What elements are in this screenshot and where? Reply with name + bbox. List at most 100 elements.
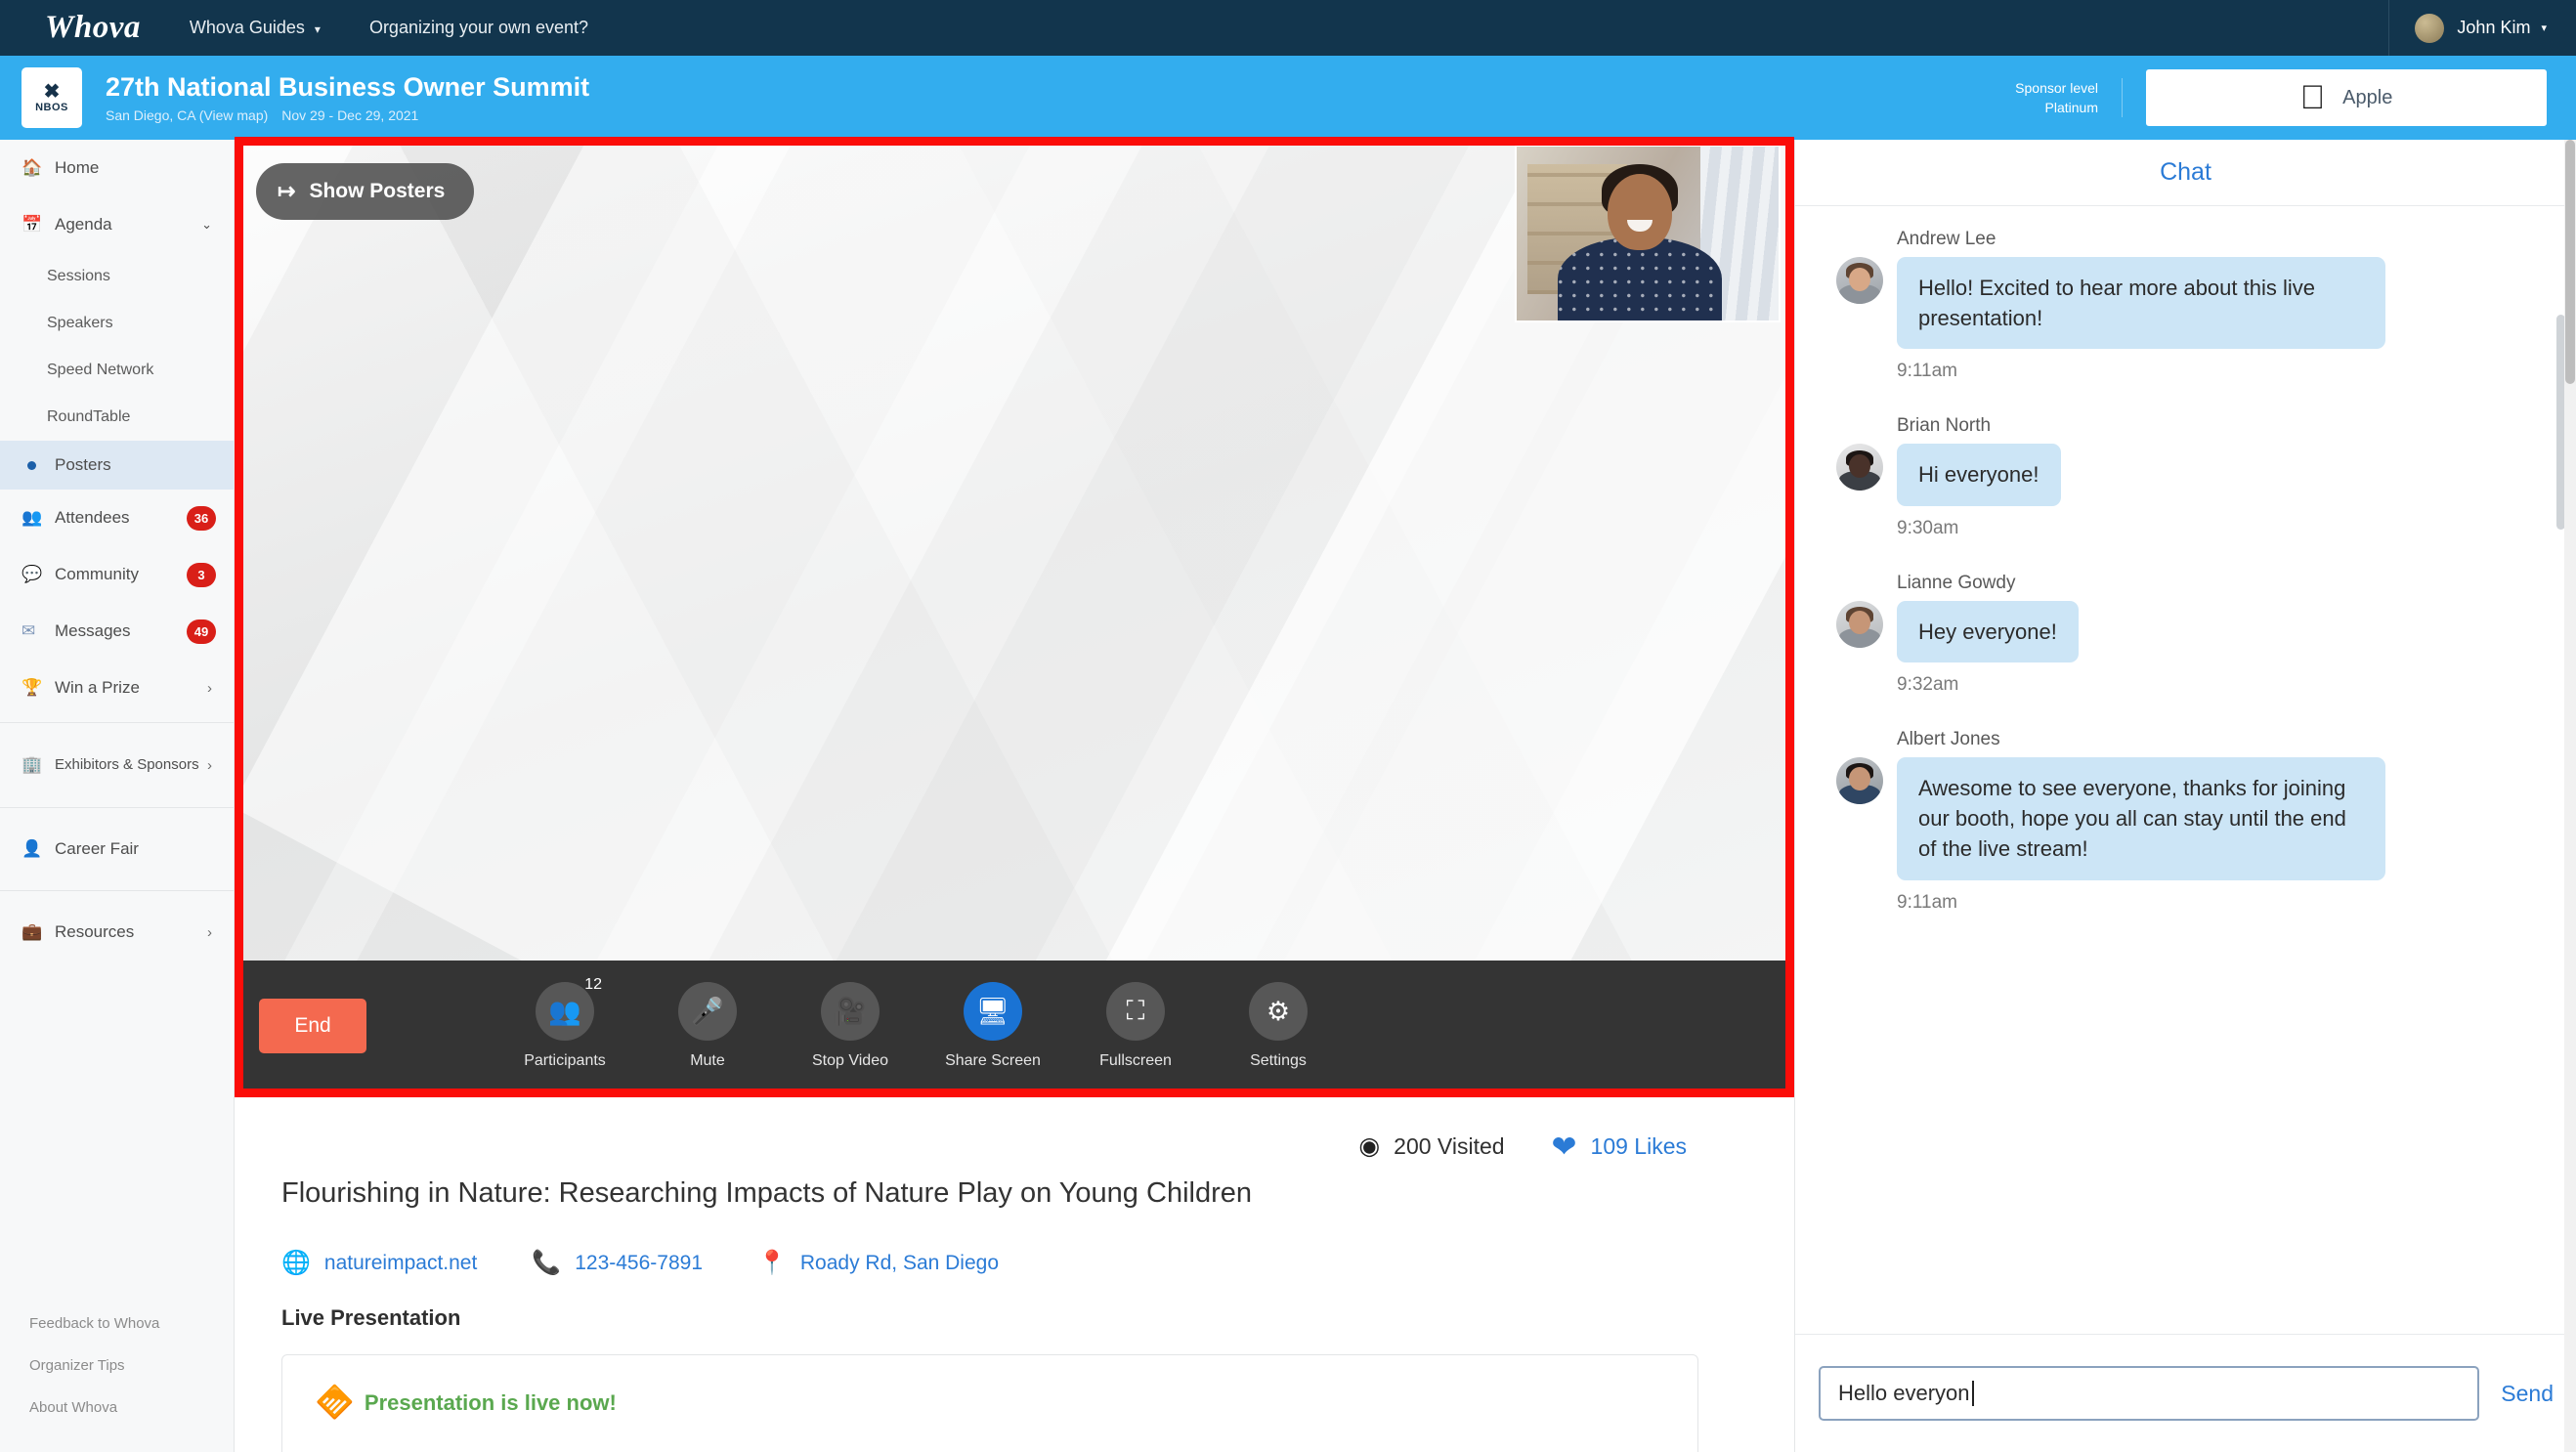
likes-stat[interactable]: ❤ 109 Likes <box>1552 1132 1687 1162</box>
whova-logo[interactable]: Whova <box>45 10 141 46</box>
chevron-down-icon: ▾ <box>2541 21 2547 34</box>
sidebar-item-messages[interactable]: ✉ Messages 49 <box>0 603 234 660</box>
control-label: Share Screen <box>945 1052 1041 1070</box>
divider <box>0 890 234 891</box>
chevron-right-icon: › <box>207 680 212 697</box>
settings-button[interactable]: ⚙ Settings <box>1231 982 1325 1070</box>
address-link[interactable]: 📍 Roady Rd, San Diego <box>757 1249 999 1277</box>
send-button[interactable]: Send <box>2501 1381 2554 1407</box>
sidebar-item-resources[interactable]: 💼 Resources › <box>0 897 234 967</box>
divider <box>0 807 234 808</box>
chat-input[interactable]: Hello everyon <box>1819 1366 2479 1421</box>
attendees-icon: 👥 <box>21 508 47 528</box>
sidebar-item-agenda[interactable]: 📅 Agenda ⌄ <box>0 196 234 253</box>
user-name: John Kim <box>2457 18 2530 38</box>
sidebar-item-speed-network[interactable]: Speed Network <box>0 347 234 394</box>
footer-link-organizer-tips[interactable]: Organizer Tips <box>0 1345 235 1387</box>
status-badge: 3 <box>187 563 216 587</box>
sidebar-subitem-label: Sessions <box>47 268 110 285</box>
presenter-webcam[interactable] <box>1515 145 1781 322</box>
chat-message-text: Hello! Excited to hear more about this l… <box>1897 257 2385 349</box>
sidebar-subitem-label: RoundTable <box>47 408 130 426</box>
control-label: Mute <box>690 1052 725 1070</box>
control-button-group: 12 👥 Participants 🎤 Mute 🎥 Stop Video 🖥 … <box>518 982 1325 1070</box>
page-scrollbar-thumb[interactable] <box>2565 140 2575 384</box>
footer-link-feedback[interactable]: Feedback to Whova <box>0 1303 235 1345</box>
poster-stats-row: ◉ 200 Visited ❤ 109 Likes <box>235 1119 1794 1174</box>
chat-message-sender: Brian North <box>1897 415 2538 437</box>
sidebar-item-label: Home <box>55 158 99 178</box>
chat-message-time: 9:11am <box>1897 361 2538 382</box>
chat-message-text: Hi everyone! <box>1897 444 2061 505</box>
sidebar-item-home[interactable]: 🏠 Home <box>0 140 234 196</box>
chat-message: Lianne Gowdy Hey everyone! 9:32am <box>1836 573 2538 696</box>
live-status-card: 📶 Presentation is live now! <box>281 1354 1698 1452</box>
sidebar-item-label: Messages <box>55 621 130 641</box>
user-menu[interactable]: John Kim ▾ <box>2388 0 2576 56</box>
chat-panel: Chat Andrew Lee Hello! Excited to hear m… <box>1794 140 2576 1452</box>
sidebar-item-label: Resources <box>55 922 134 942</box>
nav-whova-guides-label: Whova Guides <box>190 18 305 37</box>
chat-message-time: 9:32am <box>1897 674 2538 696</box>
phone-text: 123-456-7891 <box>575 1252 703 1275</box>
person-icon: 👤 <box>21 839 47 859</box>
sidebar-item-label: Win a Prize <box>55 678 140 698</box>
mute-button[interactable]: 🎤 Mute <box>661 982 754 1070</box>
gear-icon: ⚙ <box>1249 982 1308 1041</box>
footer-link-about-whova[interactable]: About Whova <box>0 1387 235 1429</box>
chat-message-sender: Andrew Lee <box>1897 229 2538 250</box>
chat-message-text: Hey everyone! <box>1897 601 2079 662</box>
text-cursor <box>1972 1381 1974 1406</box>
chevron-right-icon: › <box>207 757 212 774</box>
sidebar-item-label: Career Fair <box>55 839 139 859</box>
sidebar-item-posters[interactable]: Posters <box>0 441 234 490</box>
stop-video-button[interactable]: 🎥 Stop Video <box>803 982 897 1070</box>
sidebar-item-label: Exhibitors & Sponsors <box>55 756 199 773</box>
broadcast-icon: 📶 <box>314 1383 355 1424</box>
heart-icon: ❤ <box>1552 1132 1577 1162</box>
sidebar-item-career-fair[interactable]: 👤 Career Fair <box>0 814 234 884</box>
sidebar-subitem-label: Speed Network <box>47 362 153 379</box>
sidebar-item-sessions[interactable]: Sessions <box>0 253 234 300</box>
user-avatar <box>2415 14 2444 43</box>
monitor-icon: 🖥 <box>964 982 1022 1041</box>
chat-message-sender: Albert Jones <box>1897 729 2538 750</box>
sponsor-level: Sponsor level Platinum <box>2015 78 2123 118</box>
event-location[interactable]: San Diego, CA (View map) <box>106 107 268 123</box>
chat-message-sender: Lianne Gowdy <box>1897 573 2538 594</box>
end-button[interactable]: End <box>259 999 366 1053</box>
phone-link[interactable]: 📞 123-456-7891 <box>532 1249 703 1277</box>
sidebar-item-win-a-prize[interactable]: 🏆 Win a Prize › <box>0 660 234 716</box>
divider <box>0 722 234 723</box>
control-label: Fullscreen <box>1099 1052 1172 1070</box>
sidebar-item-speakers[interactable]: Speakers <box>0 300 234 347</box>
sponsor-name: Apple <box>2342 87 2392 109</box>
avatar <box>1836 444 1883 491</box>
fullscreen-icon: ⛶ <box>1106 982 1165 1041</box>
chat-message-list[interactable]: Andrew Lee Hello! Excited to hear more a… <box>1795 207 2576 1369</box>
sidebar-item-roundtable[interactable]: RoundTable <box>0 394 234 441</box>
nav-organizing-your-own-event[interactable]: Organizing your own event? <box>369 18 588 38</box>
fullscreen-button[interactable]: ⛶ Fullscreen <box>1089 982 1182 1070</box>
location-pin-icon: 📍 <box>757 1249 787 1277</box>
status-badge: 36 <box>187 506 216 531</box>
nav-whova-guides[interactable]: Whova Guides▾ <box>190 18 321 38</box>
calendar-icon: 📅 <box>21 215 47 235</box>
phone-icon: 📞 <box>532 1249 561 1277</box>
sponsor-card[interactable]:  Apple <box>2146 69 2547 126</box>
participants-count: 12 <box>584 976 602 994</box>
share-screen-button[interactable]: 🖥 Share Screen <box>946 982 1040 1070</box>
sidebar-item-exhibitors-sponsors[interactable]: 🏢 Exhibitors & Sponsors › <box>0 729 234 801</box>
sidebar-item-label: Community <box>55 565 139 584</box>
website-link[interactable]: 🌐 natureimpact.net <box>281 1249 477 1277</box>
sidebar-item-community[interactable]: 💬 Community 3 <box>0 546 234 603</box>
sidebar-item-attendees[interactable]: 👥 Attendees 36 <box>0 490 234 546</box>
participants-button[interactable]: 12 👥 Participants <box>518 982 612 1070</box>
event-meta: 27th National Business Owner Summit San … <box>106 72 589 123</box>
apple-logo-icon:  <box>2300 81 2326 114</box>
event-header-bar: ✖ NBOS 27th National Business Owner Summ… <box>0 56 2576 140</box>
show-posters-button[interactable]: ↦ Show Posters <box>256 163 474 220</box>
sidebar-item-label: Agenda <box>55 215 112 235</box>
visited-stat: ◉ 200 Visited <box>1358 1132 1504 1161</box>
page-scrollbar[interactable] <box>2564 140 2576 1452</box>
